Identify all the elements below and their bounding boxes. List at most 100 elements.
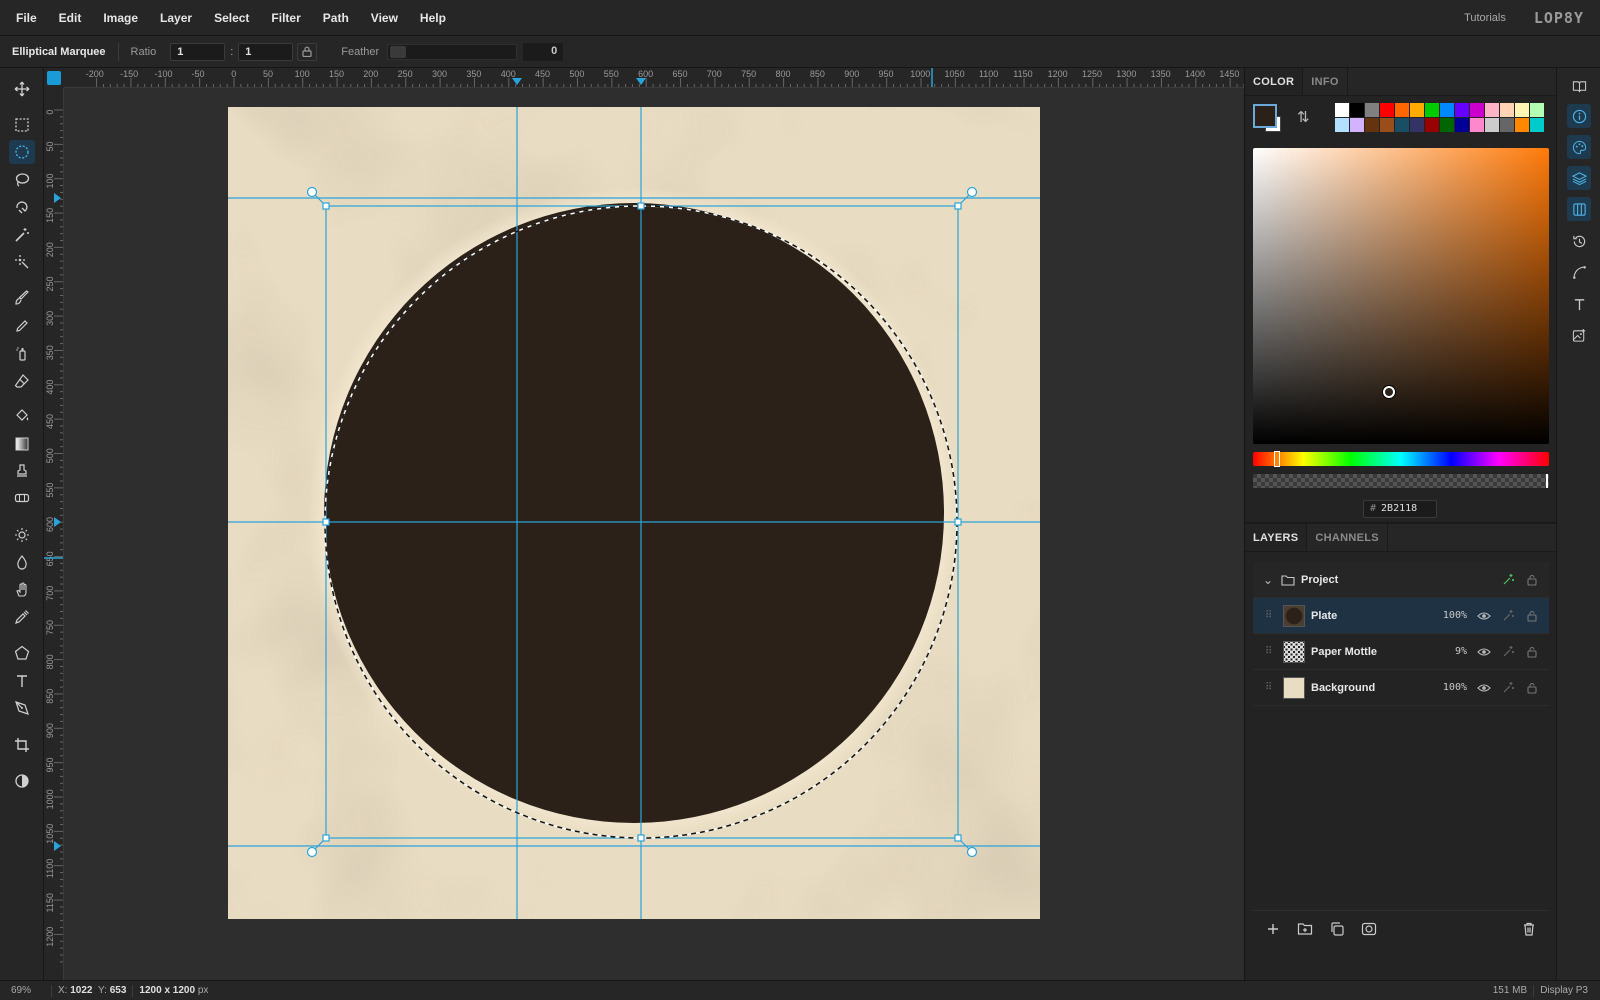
brush-tool[interactable] <box>9 286 35 310</box>
pencil-tool[interactable] <box>9 314 35 338</box>
quick-mask-toggle[interactable] <box>9 769 35 793</box>
paths-panel-button[interactable] <box>1567 260 1591 284</box>
palette-swatch[interactable] <box>1410 103 1424 117</box>
guide-marker[interactable] <box>54 841 61 851</box>
menu-layer[interactable]: Layer <box>149 11 203 25</box>
layers-panel-button[interactable] <box>1567 166 1591 190</box>
hue-slider-knob[interactable] <box>1274 451 1280 467</box>
menu-help[interactable]: Help <box>409 11 457 25</box>
vertical-ruler[interactable]: 0 50 100 150 200 250 300 350 400 450 500 550 600 650 7… <box>44 88 64 980</box>
history-panel-button[interactable] <box>1567 229 1591 253</box>
palette-swatch[interactable] <box>1515 103 1529 117</box>
guide-marker[interactable] <box>636 78 646 85</box>
swap-colors-icon[interactable]: ⇅ <box>1297 108 1310 126</box>
layer-row-paper-mottle[interactable]: ⠿ Paper Mottle 9% <box>1253 634 1549 670</box>
ruler-origin-icon[interactable] <box>47 71 61 85</box>
add-mask-button[interactable] <box>1361 921 1377 937</box>
layer-group-project[interactable]: ⌄ Project <box>1253 562 1549 598</box>
lock-icon[interactable] <box>1525 681 1539 695</box>
eye-icon[interactable] <box>1477 681 1491 695</box>
healing-tool[interactable] <box>9 486 35 510</box>
palette-swatch[interactable] <box>1500 103 1514 117</box>
lock-icon[interactable] <box>1525 573 1539 587</box>
hand-tool[interactable] <box>9 578 35 602</box>
effects-icon[interactable] <box>1501 645 1515 659</box>
resize-handle-bl[interactable] <box>322 834 330 842</box>
lock-icon[interactable] <box>1525 609 1539 623</box>
gradient-tool[interactable] <box>9 432 35 456</box>
rotate-handle-tl[interactable] <box>306 186 318 198</box>
drag-handle-icon[interactable]: ⠿ <box>1265 610 1275 621</box>
add-group-button[interactable] <box>1297 921 1313 937</box>
canvas-workspace[interactable] <box>64 88 1244 980</box>
chevron-down-icon[interactable]: ⌄ <box>1263 573 1273 587</box>
palette-swatch[interactable] <box>1335 103 1349 117</box>
rotate-handle-tr[interactable] <box>966 186 978 198</box>
color-picker-cursor[interactable] <box>1383 386 1395 398</box>
feather-value[interactable]: 0 <box>523 42 564 61</box>
book-panel-button[interactable] <box>1567 74 1591 98</box>
quick-selection-tool[interactable] <box>9 250 35 274</box>
lock-icon[interactable] <box>1525 645 1539 659</box>
alpha-slider-knob[interactable] <box>1546 474 1548 488</box>
layer-row-background[interactable]: ⠿ Background 100% <box>1253 670 1549 706</box>
palette-swatch[interactable] <box>1380 103 1394 117</box>
drag-handle-icon[interactable]: ⠿ <box>1265 646 1275 657</box>
palette-swatch[interactable] <box>1485 103 1499 117</box>
blur-tool[interactable] <box>9 550 35 574</box>
palette-swatch[interactable] <box>1455 118 1469 132</box>
effects-icon[interactable] <box>1501 573 1515 587</box>
info-panel-button[interactable] <box>1567 104 1591 128</box>
palette-swatch[interactable] <box>1365 118 1379 132</box>
palette-swatch[interactable] <box>1350 118 1364 132</box>
move-tool[interactable] <box>9 77 35 101</box>
elliptical-marquee-tool[interactable] <box>9 140 35 164</box>
palette-swatch[interactable] <box>1425 103 1439 117</box>
palette-swatch[interactable] <box>1350 103 1364 117</box>
menu-select[interactable]: Select <box>203 11 260 25</box>
resize-handle-left[interactable] <box>322 518 330 526</box>
tab-layers[interactable]: LAYERS <box>1245 524 1308 551</box>
palette-swatch[interactable] <box>1380 118 1394 132</box>
palette-swatch[interactable] <box>1425 118 1439 132</box>
ratio-width-input[interactable]: 1 <box>170 42 226 61</box>
effects-icon[interactable] <box>1501 609 1515 623</box>
alpha-slider[interactable] <box>1253 474 1549 488</box>
character-panel-button[interactable] <box>1567 292 1591 316</box>
palette-swatch[interactable] <box>1440 103 1454 117</box>
channels-panel-button[interactable] <box>1567 197 1591 221</box>
menu-view[interactable]: View <box>360 11 409 25</box>
menu-edit[interactable]: Edit <box>48 11 93 25</box>
saturation-value-picker[interactable] <box>1253 148 1549 444</box>
magnetic-lasso-tool[interactable] <box>9 195 35 219</box>
palette-swatch[interactable] <box>1500 118 1514 132</box>
resize-handle-top[interactable] <box>637 202 645 210</box>
effects-icon[interactable] <box>1501 681 1515 695</box>
palette-swatch[interactable] <box>1515 118 1529 132</box>
magic-wand-tool[interactable] <box>9 223 35 247</box>
resize-handle-right[interactable] <box>954 518 962 526</box>
foreground-color-swatch[interactable] <box>1253 104 1277 128</box>
tab-channels[interactable]: CHANNELS <box>1307 524 1388 551</box>
ratio-lock-button[interactable] <box>297 42 318 61</box>
spray-tool[interactable] <box>9 341 35 365</box>
delete-layer-button[interactable] <box>1521 921 1537 937</box>
layer-opacity[interactable]: 100% <box>1443 682 1467 693</box>
tab-info[interactable]: INFO <box>1303 68 1348 95</box>
palette-swatch[interactable] <box>1395 118 1409 132</box>
add-layer-button[interactable] <box>1265 921 1281 937</box>
guide-marker[interactable] <box>54 193 61 203</box>
rotate-handle-bl[interactable] <box>306 846 318 858</box>
palette-swatch[interactable] <box>1395 103 1409 117</box>
layer-row-plate[interactable]: ⠿ Plate 100% <box>1253 598 1549 634</box>
palette-swatch[interactable] <box>1335 118 1349 132</box>
palette-swatch[interactable] <box>1470 118 1484 132</box>
palette-swatch[interactable] <box>1470 103 1484 117</box>
eyedropper-tool[interactable] <box>9 605 35 629</box>
rectangular-marquee-tool[interactable] <box>9 113 35 137</box>
layer-opacity[interactable]: 100% <box>1443 610 1467 621</box>
eye-icon[interactable] <box>1477 609 1491 623</box>
eraser-tool[interactable] <box>9 369 35 393</box>
eye-icon[interactable] <box>1477 645 1491 659</box>
feather-slider[interactable] <box>387 43 518 60</box>
